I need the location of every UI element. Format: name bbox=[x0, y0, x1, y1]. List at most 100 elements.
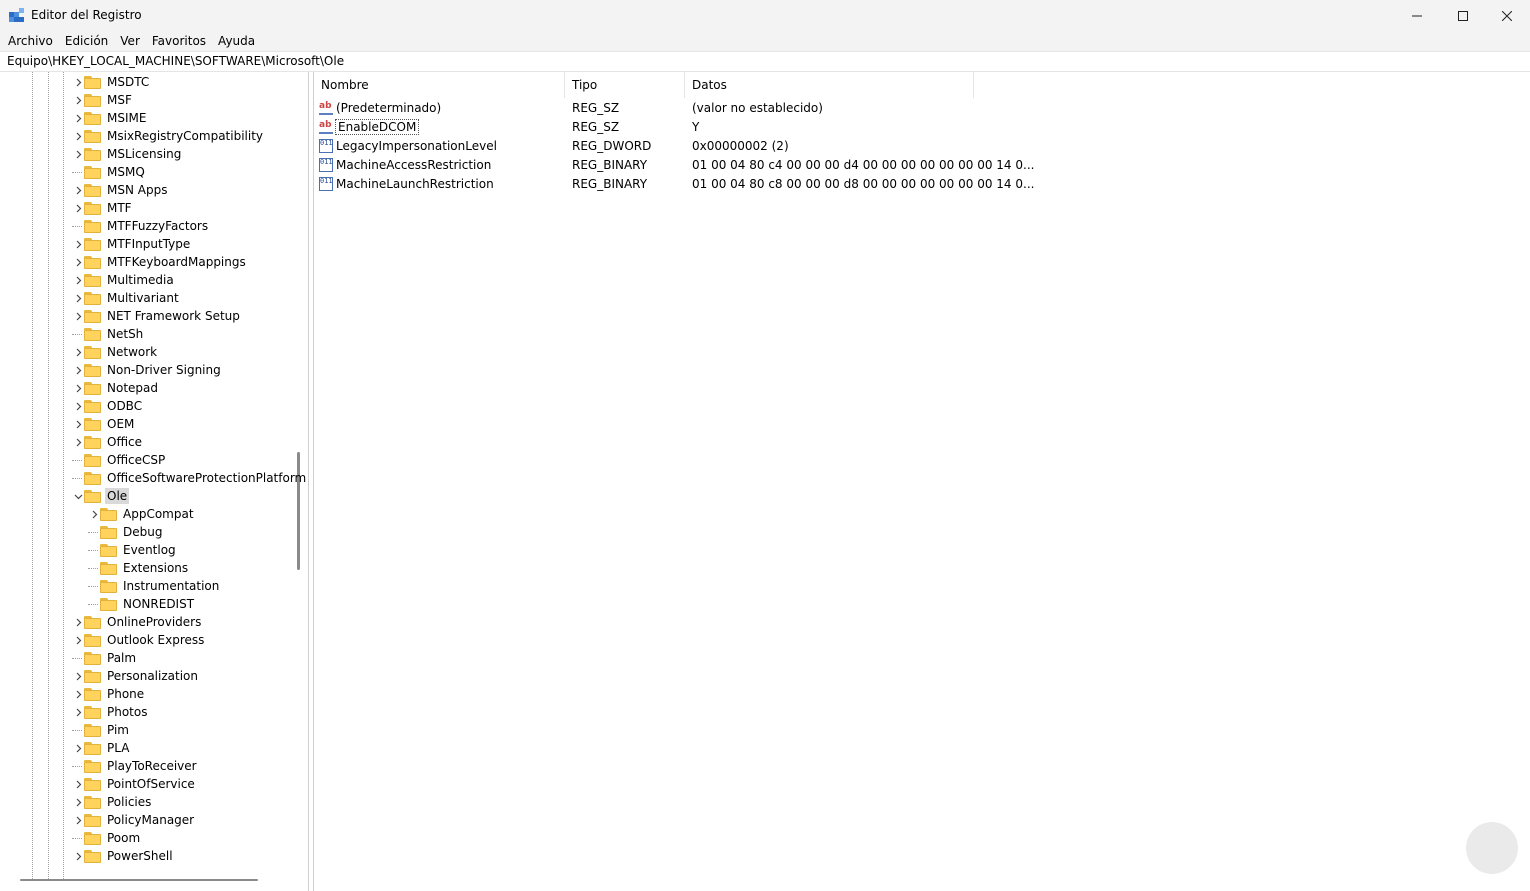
folder-icon bbox=[84, 381, 101, 395]
tree-item[interactable]: OfficeSoftwareProtectionPlatform bbox=[72, 469, 308, 487]
value-name-cell: 011 110MachineLaunchRestriction bbox=[319, 176, 494, 191]
tree-item[interactable]: MTFFuzzyFactors bbox=[72, 217, 210, 235]
tree-item[interactable]: MSN Apps bbox=[72, 181, 169, 199]
menu-ayuda[interactable]: Ayuda bbox=[212, 31, 261, 51]
tree-item[interactable]: MSDTC bbox=[72, 73, 151, 91]
tree-item[interactable]: Office bbox=[72, 433, 144, 451]
chevron-right-icon[interactable] bbox=[72, 433, 84, 451]
folder-icon bbox=[84, 687, 101, 701]
tree-item[interactable]: PowerShell bbox=[72, 847, 175, 865]
tree-item[interactable]: Personalization bbox=[72, 667, 200, 685]
chevron-right-icon[interactable] bbox=[72, 109, 84, 127]
menu-ver[interactable]: Ver bbox=[114, 31, 146, 51]
key-tree-pane[interactable]: MSDTC MSF MSIME MsixRegistryCompatibility MS… bbox=[0, 72, 309, 891]
tree-item[interactable]: Debug bbox=[88, 523, 164, 541]
tree-item[interactable]: Palm bbox=[72, 649, 138, 667]
tree-item[interactable]: MTFInputType bbox=[72, 235, 192, 253]
tree-item[interactable]: Pim bbox=[72, 721, 131, 739]
column-header-type[interactable]: Tipo bbox=[565, 72, 685, 98]
value-row[interactable]: 011 110LegacyImpersonationLevel REG_DWORD… bbox=[314, 136, 974, 155]
tree-item[interactable]: OEM bbox=[72, 415, 136, 433]
maximize-button[interactable] bbox=[1440, 0, 1486, 31]
tree-item[interactable]: PlayToReceiver bbox=[72, 757, 199, 775]
chevron-right-icon[interactable] bbox=[72, 631, 84, 649]
chevron-right-icon[interactable] bbox=[72, 379, 84, 397]
chevron-right-icon[interactable] bbox=[72, 667, 84, 685]
tree-item[interactable]: Non-Driver Signing bbox=[72, 361, 223, 379]
tree-item[interactable]: Poom bbox=[72, 829, 142, 847]
tree-item[interactable]: Photos bbox=[72, 703, 149, 721]
menu-favoritos[interactable]: Favoritos bbox=[146, 31, 212, 51]
minimize-button[interactable] bbox=[1394, 0, 1440, 31]
tree-item[interactable]: MSF bbox=[72, 91, 134, 109]
tree-item[interactable]: NONREDIST bbox=[88, 595, 196, 613]
chevron-right-icon[interactable] bbox=[72, 415, 84, 433]
value-row[interactable]: 011 110MachineLaunchRestriction REG_BINAR… bbox=[314, 174, 1034, 193]
chevron-right-icon[interactable] bbox=[72, 793, 84, 811]
tree-item[interactable]: MSMQ bbox=[72, 163, 147, 181]
chevron-right-icon[interactable] bbox=[72, 685, 84, 703]
tree-item[interactable]: PointOfService bbox=[72, 775, 197, 793]
tree-item[interactable]: OnlineProviders bbox=[72, 613, 203, 631]
chevron-right-icon[interactable] bbox=[72, 253, 84, 271]
tree-item[interactable]: PolicyManager bbox=[72, 811, 196, 829]
value-row[interactable]: 011 110MachineAccessRestriction REG_BINAR… bbox=[314, 155, 1034, 174]
chevron-right-icon[interactable] bbox=[72, 73, 84, 91]
tree-connector bbox=[72, 163, 84, 181]
tree-item[interactable]: NetSh bbox=[72, 325, 145, 343]
tree-item[interactable]: Network bbox=[72, 343, 159, 361]
values-list-pane[interactable]: Nombre Tipo Datos ab (Predeterminado) REG_… bbox=[313, 72, 1530, 891]
value-row[interactable]: ab (Predeterminado) REG_SZ (valor no establ… bbox=[314, 98, 974, 117]
tree-item[interactable]: Multimedia bbox=[72, 271, 176, 289]
chevron-right-icon[interactable] bbox=[72, 397, 84, 415]
chevron-right-icon[interactable] bbox=[72, 199, 84, 217]
chevron-right-icon[interactable] bbox=[72, 739, 84, 757]
chevron-right-icon[interactable] bbox=[72, 613, 84, 631]
column-header-data[interactable]: Datos bbox=[685, 72, 974, 98]
tree-item[interactable]: ODBC bbox=[72, 397, 144, 415]
chevron-right-icon[interactable] bbox=[72, 307, 84, 325]
tree-item[interactable]: Policies bbox=[72, 793, 153, 811]
menu-edicion[interactable]: Edición bbox=[59, 31, 114, 51]
chevron-right-icon[interactable] bbox=[72, 127, 84, 145]
tree-item[interactable]: Phone bbox=[72, 685, 146, 703]
tree-item-label: OfficeSoftwareProtectionPlatform bbox=[107, 471, 307, 485]
chevron-right-icon[interactable] bbox=[72, 271, 84, 289]
chevron-right-icon[interactable] bbox=[72, 181, 84, 199]
tree-item[interactable]: Instrumentation bbox=[88, 577, 221, 595]
chevron-right-icon[interactable] bbox=[72, 289, 84, 307]
tree-item[interactable]: NET Framework Setup bbox=[72, 307, 242, 325]
tree-item[interactable]: MsixRegistryCompatibility bbox=[72, 127, 265, 145]
menu-archivo[interactable]: Archivo bbox=[0, 31, 59, 51]
chevron-down-icon[interactable] bbox=[72, 487, 84, 505]
chevron-right-icon[interactable] bbox=[72, 703, 84, 721]
chevron-right-icon[interactable] bbox=[72, 145, 84, 163]
chevron-right-icon[interactable] bbox=[72, 91, 84, 109]
folder-icon bbox=[84, 471, 101, 485]
tree-item[interactable]: Ole bbox=[72, 487, 130, 505]
close-button[interactable] bbox=[1484, 0, 1530, 31]
value-row[interactable]: ab EnableDCOM REG_SZ Y bbox=[314, 117, 974, 136]
chevron-right-icon[interactable] bbox=[72, 775, 84, 793]
tree-item[interactable]: MSIME bbox=[72, 109, 148, 127]
tree-item[interactable]: OfficeCSP bbox=[72, 451, 167, 469]
chevron-right-icon[interactable] bbox=[72, 361, 84, 379]
tree-item[interactable]: MSLicensing bbox=[72, 145, 183, 163]
tree-item[interactable]: PLA bbox=[72, 739, 131, 757]
tree-item[interactable]: Eventlog bbox=[88, 541, 178, 559]
tree-item[interactable]: Outlook Express bbox=[72, 631, 206, 649]
chevron-right-icon[interactable] bbox=[88, 505, 100, 523]
tree-item[interactable]: MTFKeyboardMappings bbox=[72, 253, 248, 271]
column-header-name[interactable]: Nombre bbox=[314, 72, 565, 98]
chevron-right-icon[interactable] bbox=[72, 811, 84, 829]
address-bar[interactable]: Equipo\HKEY_LOCAL_MACHINE\SOFTWARE\Micro… bbox=[0, 51, 1530, 72]
chevron-right-icon[interactable] bbox=[72, 343, 84, 361]
tree-item[interactable]: Notepad bbox=[72, 379, 160, 397]
tree-item[interactable]: Multivariant bbox=[72, 289, 181, 307]
tree-horizontal-scrollbar[interactable] bbox=[20, 879, 258, 881]
tree-item[interactable]: Extensions bbox=[88, 559, 190, 577]
tree-item[interactable]: MTF bbox=[72, 199, 134, 217]
tree-item[interactable]: AppCompat bbox=[88, 505, 196, 523]
chevron-right-icon[interactable] bbox=[72, 235, 84, 253]
chevron-right-icon[interactable] bbox=[72, 847, 84, 865]
